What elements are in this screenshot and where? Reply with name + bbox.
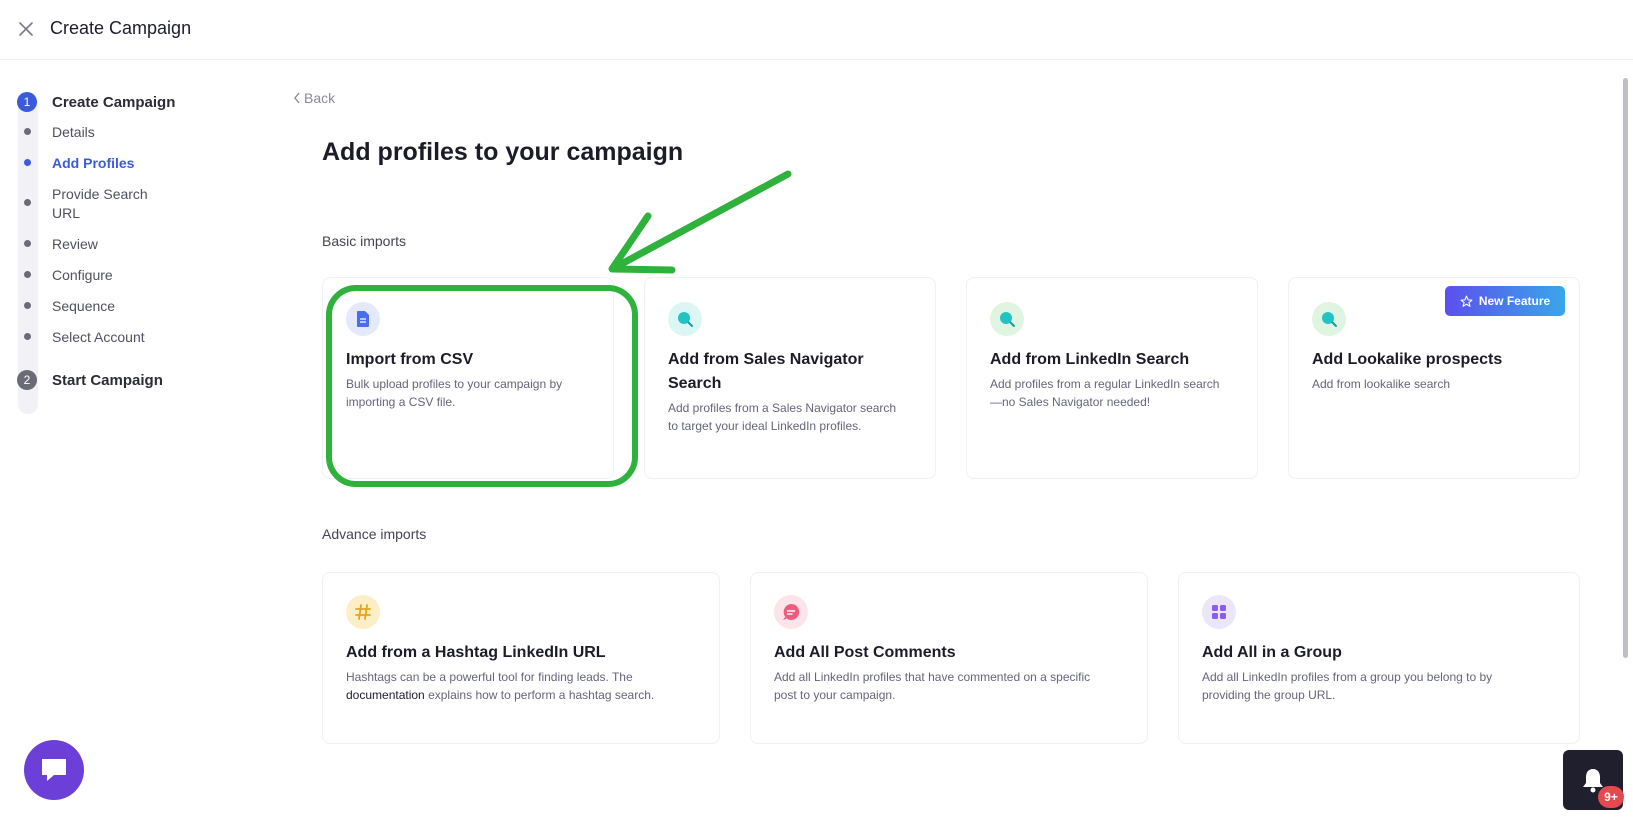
card-title: Add Lookalike prospects	[1312, 351, 1503, 368]
sub-step-review[interactable]: Review	[16, 235, 172, 254]
sub-step-provide-search-url[interactable]: Provide Search URL	[16, 185, 172, 223]
card-description: Bulk upload profiles to your campaign by…	[346, 377, 563, 409]
documentation-link[interactable]: documentation	[346, 688, 425, 702]
step-create-campaign[interactable]: 1 Create Campaign	[16, 92, 175, 112]
search-icon	[1312, 302, 1346, 336]
sales-navigator-card[interactable]: Add from Sales Navigator Search Add prof…	[644, 277, 936, 479]
sub-step-dot	[24, 302, 31, 309]
chat-button[interactable]	[24, 740, 84, 800]
card-description: Add from lookalike search	[1312, 377, 1451, 391]
group-card[interactable]: Add All in a Group Add all LinkedIn prof…	[1178, 572, 1580, 744]
sub-step-label: Review	[52, 236, 98, 252]
step-start-campaign[interactable]: 2 Start Campaign	[16, 370, 163, 390]
step-title: Start Campaign	[52, 371, 163, 389]
chevron-left-icon	[294, 92, 300, 104]
card-description-text: Hashtags can be a powerful tool for find…	[346, 670, 633, 684]
advance-imports-heading: Advance imports	[322, 526, 427, 542]
step-title: Create Campaign	[52, 93, 176, 111]
step-number-badge: 1	[17, 92, 37, 112]
card-title: Add All Post Comments	[774, 644, 956, 661]
top-header: Create Campaign	[0, 0, 1633, 60]
basic-imports-heading: Basic imports	[322, 233, 407, 249]
sub-step-sequence[interactable]: Sequence	[16, 297, 172, 316]
sub-step-add-profiles[interactable]: Add Profiles	[16, 154, 172, 173]
card-title: Add from Sales Navigator Search	[668, 351, 864, 392]
stepper-track	[18, 96, 38, 414]
sub-step-label: Select Account	[52, 329, 145, 345]
search-icon	[990, 302, 1024, 336]
chat-icon	[42, 759, 66, 781]
sub-step-dot	[24, 333, 31, 340]
hashtag-url-card[interactable]: Add from a Hashtag LinkedIn URL Hashtags…	[322, 572, 720, 744]
linkedin-search-card[interactable]: Add from LinkedIn Search Add profiles fr…	[966, 277, 1258, 479]
header-title: Create Campaign	[50, 18, 192, 38]
group-grid-icon	[1202, 595, 1236, 629]
sub-step-dot	[24, 240, 31, 247]
sub-step-label: Sequence	[52, 298, 116, 314]
sub-step-select-account[interactable]: Select Account	[16, 328, 172, 347]
back-link[interactable]: Back	[292, 90, 335, 106]
card-description: Add all LinkedIn profiles that have comm…	[774, 670, 1091, 702]
card-title: Import from CSV	[346, 351, 474, 368]
step-number-badge: 2	[17, 370, 37, 390]
sub-step-configure[interactable]: Configure	[16, 266, 172, 285]
back-label: Back	[304, 90, 336, 106]
import-csv-card[interactable]: Import from CSV Bulk upload profiles to …	[322, 277, 614, 479]
card-title: Add from a Hashtag LinkedIn URL	[346, 644, 606, 661]
sub-step-dot	[24, 128, 31, 135]
arrow-annotation-icon	[608, 170, 792, 274]
card-description: Add all LinkedIn profiles from a group y…	[1202, 670, 1493, 702]
star-icon	[1460, 295, 1473, 307]
comment-icon	[774, 595, 808, 629]
card-description: Add profiles from a Sales Navigator sear…	[668, 401, 897, 433]
scrollbar[interactable]	[1623, 78, 1628, 658]
sub-step-dot	[24, 159, 31, 166]
close-icon[interactable]	[16, 18, 36, 40]
card-description: Add profiles from a regular LinkedIn sea…	[990, 377, 1220, 409]
card-title: Add from LinkedIn Search	[990, 351, 1190, 368]
badge-label: New Feature	[1478, 294, 1551, 308]
card-description: Hashtags can be a powerful tool for find…	[346, 669, 686, 704]
card-description-text: explains how to perform a hashtag search…	[428, 687, 655, 702]
page-title: Add profiles to your campaign	[322, 138, 684, 166]
card-title: Add All in a Group	[1202, 644, 1342, 661]
hashtag-icon	[346, 595, 380, 629]
sub-step-label: Provide Search URL	[52, 186, 148, 221]
search-icon	[668, 302, 702, 336]
new-feature-badge: New Feature	[1445, 286, 1565, 316]
sub-step-label: Details	[52, 124, 95, 140]
sub-step-details[interactable]: Details	[16, 123, 172, 142]
sub-step-label: Add Profiles	[52, 155, 135, 171]
post-comments-card[interactable]: Add All Post Comments Add all LinkedIn p…	[750, 572, 1148, 744]
sub-step-label: Configure	[52, 267, 113, 283]
sub-step-dot	[24, 199, 31, 206]
notification-count-badge: 9+	[1598, 786, 1624, 808]
sub-step-dot	[24, 271, 31, 278]
csv-file-icon	[346, 302, 380, 336]
